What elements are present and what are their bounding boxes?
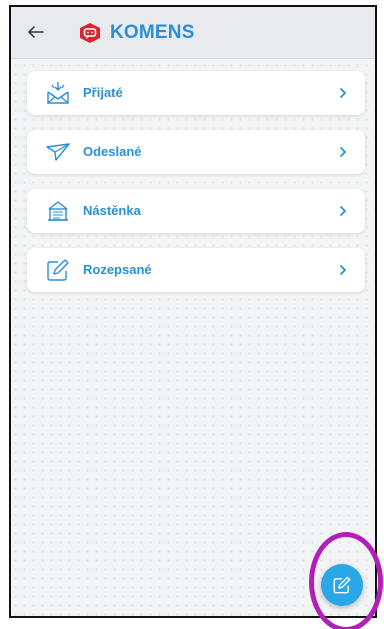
paper-plane-icon xyxy=(46,143,70,161)
menu-item-label: Přijaté xyxy=(83,85,123,100)
back-button[interactable] xyxy=(23,19,49,45)
noticeboard-icon xyxy=(48,201,68,221)
app-title: KOMENS xyxy=(110,22,195,43)
komens-logo-icon xyxy=(80,23,100,43)
chevron-right-icon xyxy=(340,265,347,275)
folder-menu: Přijaté Odeslané Nástěnka Rozepsané xyxy=(27,71,365,307)
app-bar: KOMENS xyxy=(11,7,375,59)
chevron-right-icon xyxy=(340,88,347,98)
menu-item-label: Rozepsané xyxy=(83,262,152,277)
inbox-envelope-icon xyxy=(47,82,69,104)
menu-item-odeslane[interactable]: Odeslané xyxy=(27,130,365,174)
menu-item-nastenka[interactable]: Nástěnka xyxy=(27,189,365,233)
menu-item-label: Odeslané xyxy=(83,144,142,159)
draft-edit-icon xyxy=(47,259,69,281)
compose-button[interactable] xyxy=(321,564,363,606)
app-frame: KOMENS Přijaté Odeslané Nástěnka Rozepsa… xyxy=(9,5,377,618)
compose-icon xyxy=(333,576,351,594)
arrow-left-icon xyxy=(28,26,44,38)
chevron-right-icon xyxy=(340,206,347,216)
menu-item-prijate[interactable]: Přijaté xyxy=(27,71,365,115)
menu-item-rozepsane[interactable]: Rozepsané xyxy=(27,248,365,292)
menu-item-label: Nástěnka xyxy=(83,203,141,218)
chevron-right-icon xyxy=(340,147,347,157)
